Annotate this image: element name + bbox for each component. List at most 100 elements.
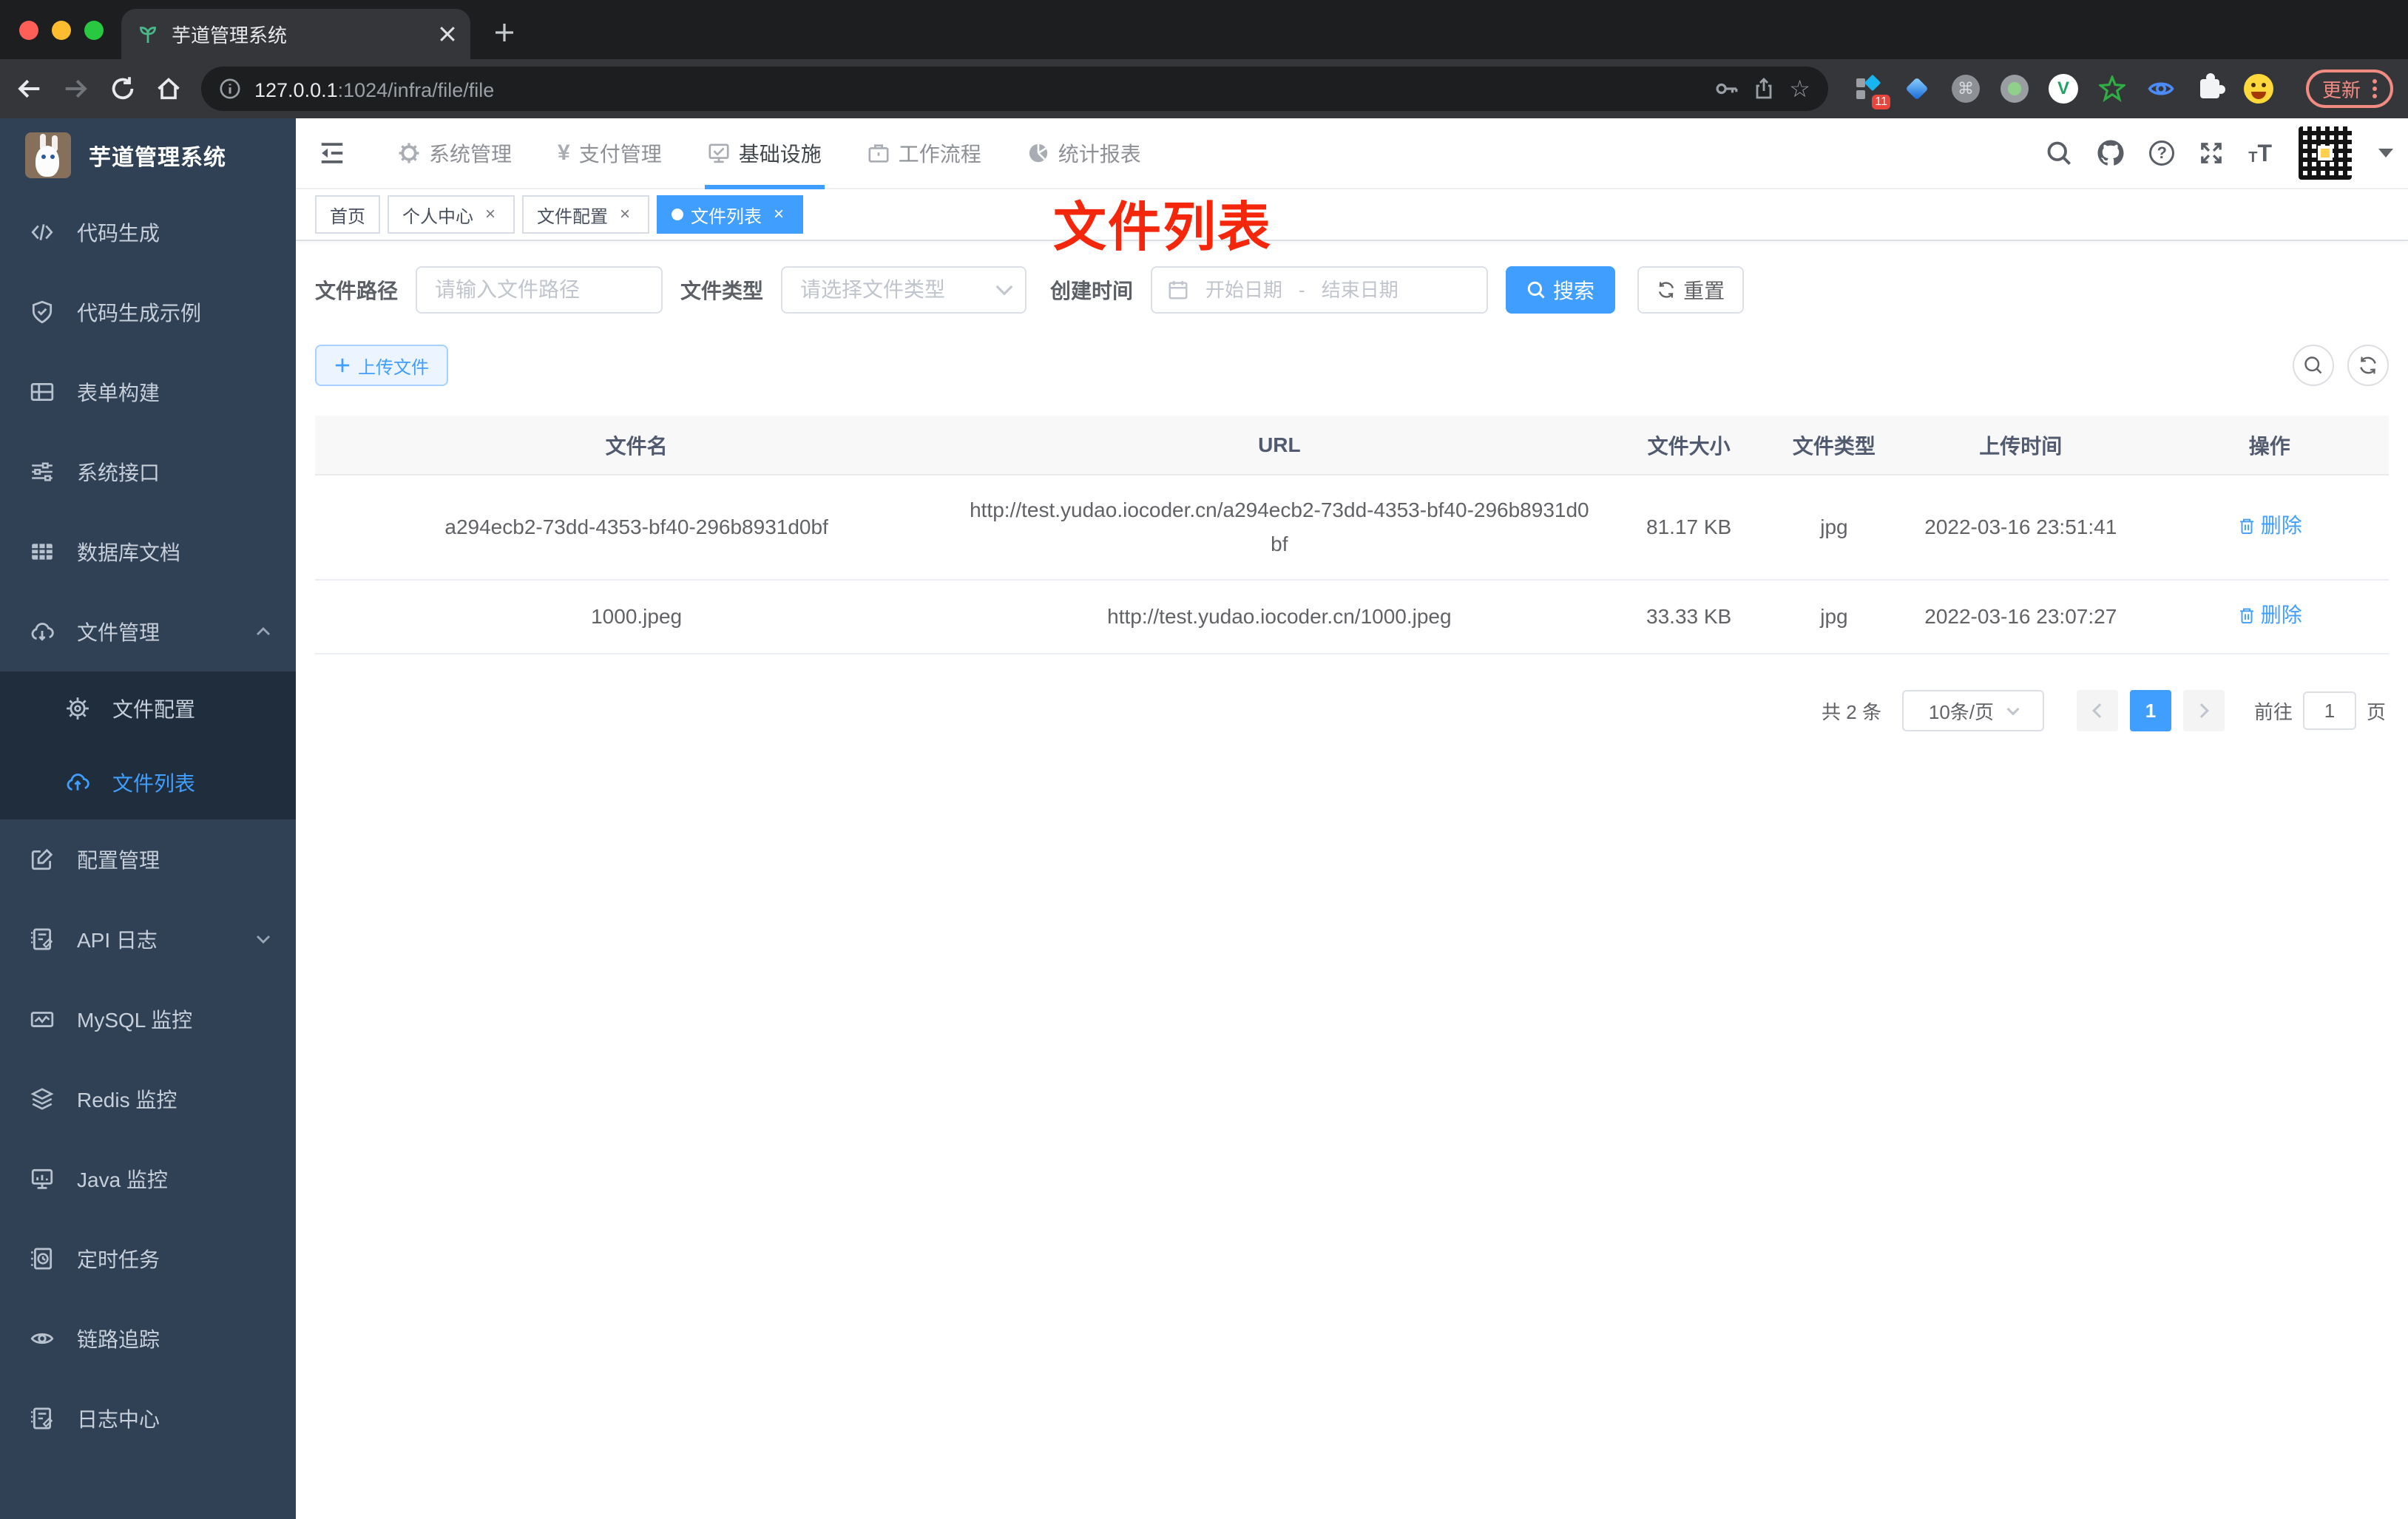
tag-file-config[interactable]: 文件配置 × [522, 195, 649, 234]
search-icon [1526, 280, 1546, 300]
sidebar-item-db-doc[interactable]: 数据库文档 [0, 512, 296, 592]
reload-icon[interactable] [109, 75, 136, 102]
topnav-item-workflow[interactable]: 工作流程 [851, 118, 998, 188]
top-navbar: 系统管理 支付管理 基础设施 工作流程 统计报表 [296, 118, 2408, 189]
browser-menu-icon[interactable] [2373, 87, 2377, 91]
sidebar-item-code-gen[interactable]: 代码生成 [0, 192, 296, 272]
user-avatar-qr[interactable] [2296, 124, 2355, 183]
page-size-select[interactable]: 10条/页 [1901, 690, 2044, 731]
table-row[interactable]: a294ecb2-73dd-4353-bf40-296b8931d0bf htt… [315, 475, 2389, 581]
forward-icon[interactable] [62, 75, 90, 103]
goto-page-input[interactable] [2302, 691, 2356, 730]
active-tag-dot [672, 209, 683, 220]
monitor-bars-icon [30, 1166, 55, 1191]
tab-manager-extension-icon[interactable]: 11 [1853, 74, 1890, 109]
sidebar-item-file-config[interactable]: 文件配置 [0, 671, 296, 745]
delete-button[interactable]: 删除 [2237, 509, 2302, 543]
command-extension-icon[interactable] [1951, 74, 1981, 104]
briefcase-icon [868, 142, 890, 164]
sidebar-item-file-manage[interactable]: 文件管理 [0, 592, 296, 671]
sidebar-item-file-list[interactable]: 文件列表 [0, 745, 296, 819]
sidebar-item-code-demo[interactable]: 代码生成示例 [0, 272, 296, 352]
close-tag-icon[interactable]: × [481, 204, 500, 225]
topnav-item-report[interactable]: 统计报表 [1011, 118, 1157, 188]
sidebar-item-tracing[interactable]: 链路追踪 [0, 1299, 296, 1378]
tag-home[interactable]: 首页 [315, 195, 380, 234]
table-row[interactable]: 1000.jpeg http://test.yudao.iocoder.cn/1… [315, 580, 2389, 654]
back-icon[interactable] [15, 75, 43, 103]
file-type-select[interactable] [781, 266, 1027, 314]
font-size-icon[interactable]: TT [2248, 141, 2272, 165]
sidebar-item-config-manage[interactable]: 配置管理 [0, 819, 296, 899]
extensions-bar: 11 V [1853, 73, 2273, 109]
kite-extension-icon[interactable] [1902, 74, 1932, 104]
password-key-icon[interactable] [1714, 76, 1739, 101]
fullscreen-icon[interactable] [2198, 140, 2225, 166]
header-search-icon[interactable] [2046, 140, 2072, 166]
cell-url: http://test.yudao.iocoder.cn/1000.jpeg [958, 580, 1601, 654]
start-date-input[interactable] [1198, 278, 1291, 302]
recorder-extension-icon[interactable] [2000, 74, 2029, 104]
timer-doc-icon [30, 1246, 55, 1271]
reset-button[interactable]: 重置 [1637, 266, 1745, 314]
app-title: 芋道管理系统 [89, 146, 226, 170]
site-info-icon[interactable] [219, 78, 241, 100]
sidebar-item-form-builder[interactable]: 表单构建 [0, 352, 296, 432]
col-actions: 操作 [2150, 416, 2389, 476]
page-1-button[interactable]: 1 [2129, 690, 2171, 731]
topnav-item-system[interactable]: 系统管理 [382, 118, 528, 188]
close-tab-icon[interactable] [439, 26, 456, 42]
profile-avatar-icon[interactable] [2243, 74, 2273, 104]
new-tab-button[interactable] [488, 16, 521, 49]
document-edit-icon [30, 927, 55, 952]
avatar-caret-icon[interactable] [2378, 149, 2393, 158]
delete-button[interactable]: 删除 [2237, 598, 2302, 632]
shield-check-icon [30, 300, 55, 325]
url-bar[interactable]: 127.0.0.1:1024/infra/file/file [201, 67, 1828, 111]
help-icon[interactable] [2149, 141, 2175, 166]
refresh-table-button[interactable] [2347, 345, 2389, 386]
cell-file-size: 81.17 KB [1600, 475, 1777, 581]
sidebar-item-cron-job[interactable]: 定时任务 [0, 1219, 296, 1299]
file-path-input[interactable] [416, 266, 663, 314]
topnav-item-infra[interactable]: 基础设施 [691, 118, 838, 189]
sidebar-logo[interactable]: 芋道管理系统 [0, 118, 296, 192]
end-date-input[interactable] [1313, 278, 1406, 302]
sidebar-item-redis-monitor[interactable]: Redis 监控 [0, 1059, 296, 1139]
github-icon[interactable] [2096, 138, 2125, 168]
share-icon[interactable] [1752, 77, 1776, 101]
upload-file-button[interactable]: 上传文件 [315, 345, 448, 386]
file-type-label: 文件类型 [680, 280, 764, 302]
close-tag-icon[interactable]: × [769, 204, 788, 225]
next-page-button[interactable] [2182, 690, 2225, 731]
sidebar-item-mysql-monitor[interactable]: MySQL 监控 [0, 979, 296, 1059]
tag-file-list[interactable]: 文件列表 × [657, 195, 803, 234]
dashboard-pie-icon [1027, 142, 1049, 164]
topnav-item-pay[interactable]: 支付管理 [541, 118, 678, 188]
bookmark-star-icon[interactable] [1789, 75, 1810, 103]
toggle-search-button[interactable] [2293, 345, 2334, 386]
home-icon[interactable] [155, 75, 182, 102]
extensions-puzzle-icon[interactable] [2195, 73, 2225, 104]
vue-devtools-icon[interactable]: V [2048, 74, 2078, 104]
browser-tab[interactable]: 芋道管理系统 [121, 9, 470, 59]
sidebar-item-java-monitor[interactable]: Java 监控 [0, 1139, 296, 1219]
close-window-button[interactable] [19, 21, 38, 40]
browser-update-button[interactable]: 更新 [2305, 70, 2393, 108]
eye-extension-icon[interactable] [2146, 74, 2176, 104]
date-range-picker[interactable]: - [1151, 266, 1489, 314]
create-time-label: 创建时间 [1050, 280, 1134, 302]
sidebar-item-log-center[interactable]: 日志中心 [0, 1378, 296, 1458]
sidebar-toggle-icon[interactable] [296, 118, 368, 188]
tag-profile[interactable]: 个人中心 × [388, 195, 515, 234]
sidebar-item-api-log[interactable]: API 日志 [0, 899, 296, 979]
search-button[interactable]: 搜索 [1506, 266, 1616, 314]
zoom-window-button[interactable] [84, 21, 104, 40]
file-path-label: 文件路径 [315, 280, 399, 302]
green-star-extension-icon[interactable] [2097, 74, 2127, 104]
prev-page-button[interactable] [2076, 690, 2118, 731]
minimize-window-button[interactable] [52, 21, 71, 40]
file-type-select-input[interactable] [800, 278, 999, 302]
close-tag-icon[interactable]: × [615, 204, 635, 225]
sidebar-item-system-api[interactable]: 系统接口 [0, 432, 296, 512]
